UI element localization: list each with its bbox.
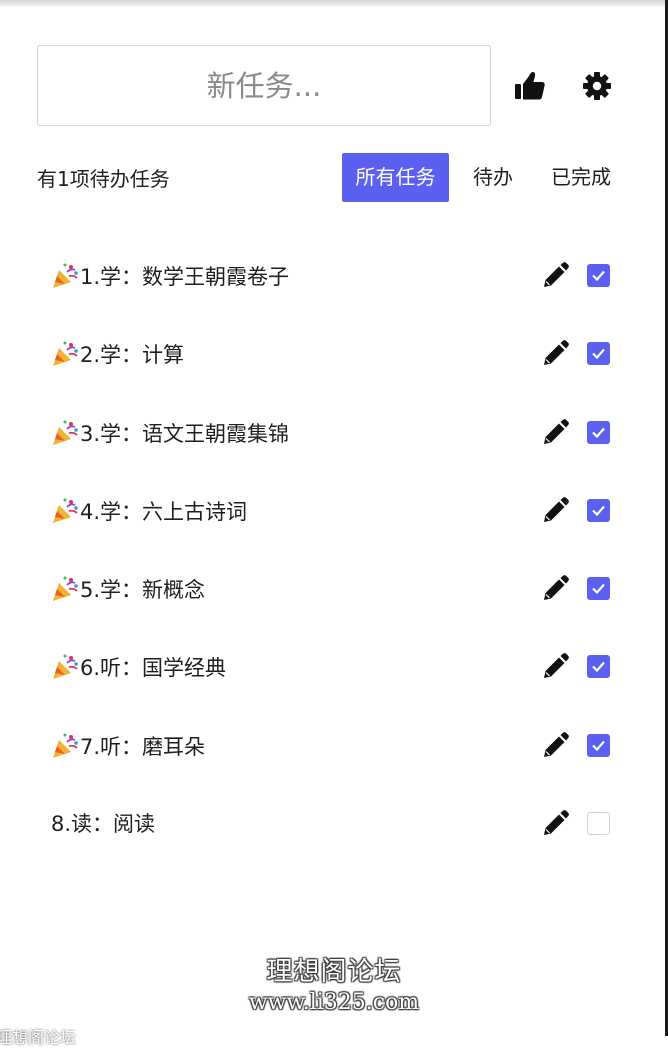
task-checkbox[interactable] [587,577,610,601]
task-checkbox[interactable] [587,812,610,836]
thumbs-up-icon [515,72,545,100]
task-checkbox[interactable] [587,342,610,366]
task-text: 3.学：语文王朝霞集锦 [51,419,289,448]
task-checkbox[interactable] [587,655,610,679]
filter-completed[interactable]: 已完成 [539,153,623,202]
party-popper-icon [53,420,78,445]
task-label: 1.学：数学王朝霞卷子 [80,265,290,289]
pencil-icon[interactable] [541,340,569,368]
task-checkbox[interactable] [587,420,610,444]
watermark: 理想阁论坛 www.li325.com [0,955,668,1017]
task-checkbox[interactable] [587,264,610,287]
task-text: 2.学：计算 [51,340,184,369]
task-item: 1.学：数学王朝霞卷子 [0,236,668,314]
pencil-icon[interactable] [541,810,569,838]
window-top-border [0,0,668,6]
task-text: 6.听：国学经典 [51,653,226,682]
check-icon [592,583,605,595]
pending-count-text: 有1项待办任务 [37,167,170,191]
check-icon [592,349,605,360]
filter-todo[interactable]: 待办 [463,153,523,202]
party-popper-icon [53,733,78,758]
task-item: 2.学：计算 [0,314,668,392]
task-label: 7.听：磨耳朵 [80,734,206,759]
party-popper-icon [53,654,78,680]
watermark-url: www.li325.com [248,990,420,1015]
check-icon [592,427,605,438]
task-label: 4.学：六上古诗词 [80,499,248,524]
check-icon [592,270,605,282]
task-checkbox[interactable] [587,733,610,757]
task-text: 7.听：磨耳朵 [51,732,205,761]
task-item: 3.学：语文王朝霞集锦 [0,393,668,471]
task-label: 2.学：计算 [80,343,185,368]
pencil-icon[interactable] [541,418,569,447]
pencil-icon[interactable] [541,262,569,290]
check-icon [592,505,605,516]
task-item: 4.学：六上古诗词 [0,471,668,549]
task-text: 4.学：六上古诗词 [51,497,247,526]
pencil-icon[interactable] [541,575,569,603]
task-label: 3.学：语文王朝霞集锦 [80,421,290,446]
check-icon [592,740,605,751]
task-item: 6.听：国学经典 [0,627,668,705]
task-text: 8.读：阅读 [51,810,155,838]
task-label: 6.听：国学经典 [80,656,227,681]
party-popper-icon [53,498,78,523]
party-popper-icon [53,341,78,367]
task-checkbox[interactable] [587,498,610,522]
watermark-name: 理想阁论坛 [266,957,402,987]
party-popper-icon [53,576,78,602]
party-popper-icon [53,263,78,288]
task-text: 5.学：新概念 [51,575,205,604]
task-item: 5.学：新概念 [0,549,668,627]
task-label: 8.读：阅读 [51,812,156,837]
pencil-icon[interactable] [541,653,569,681]
task-label: 5.学：新概念 [80,578,206,603]
pencil-icon[interactable] [541,731,569,760]
pencil-icon[interactable] [541,497,569,525]
task-item: 7.听：磨耳朵 [0,706,668,784]
like-button[interactable] [510,66,550,106]
task-item: 8.读：阅读 [0,784,668,862]
new-task-input[interactable] [37,45,491,126]
gear-icon [583,72,611,100]
task-list: 1.学：数学王朝霞卷子 2.学：计算 3.学：语文王朝霞集锦 4.学：六上古诗词… [0,236,668,862]
corner-watermark: 理想阁论坛 [0,1028,77,1047]
filter-all-tasks[interactable]: 所有任务 [342,153,449,202]
check-icon [592,662,605,673]
task-text: 1.学：数学王朝霞卷子 [51,262,289,291]
settings-button[interactable] [577,66,617,106]
